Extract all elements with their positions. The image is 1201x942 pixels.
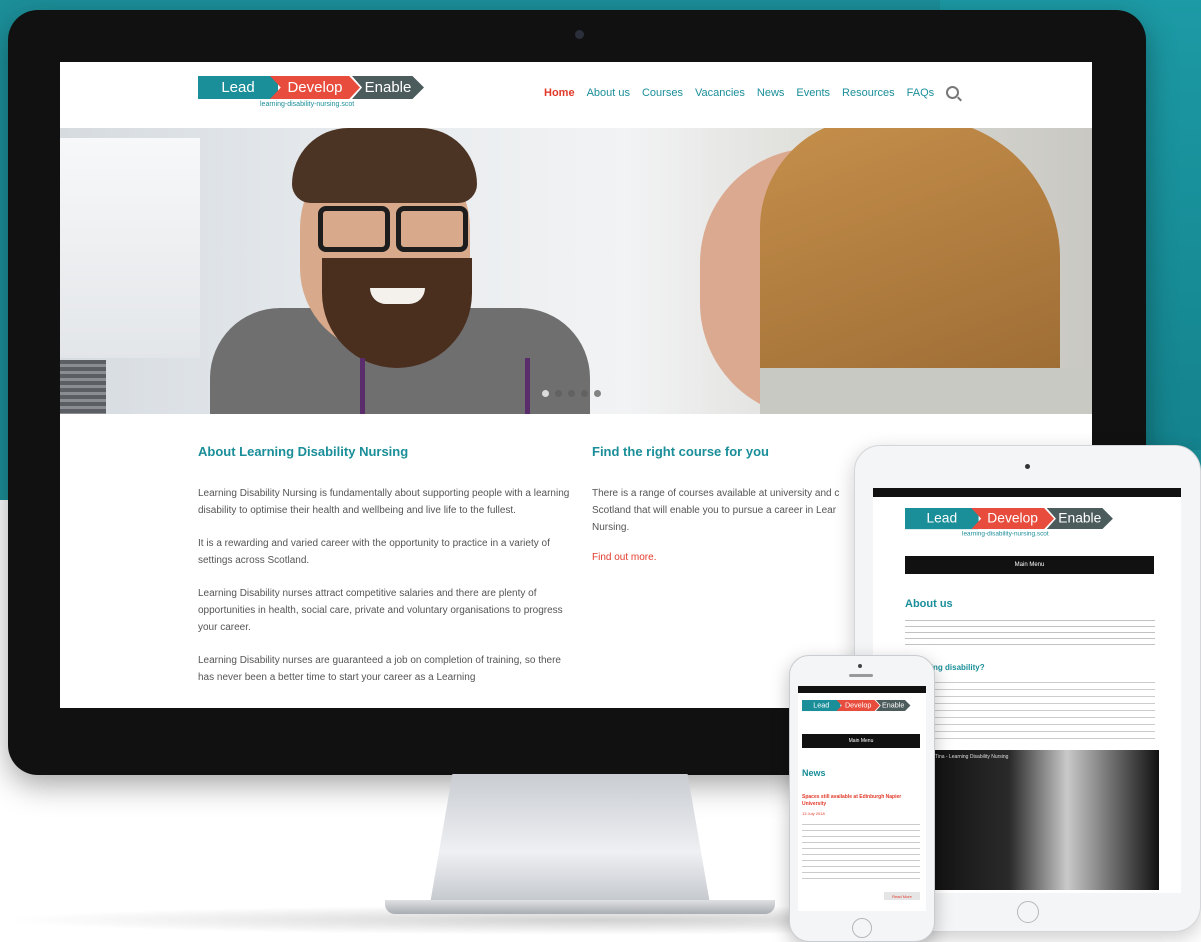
hero-window (60, 138, 200, 358)
site-header: Lead Develop Enable learning-disability-… (60, 62, 1092, 128)
hero-woman-body (760, 368, 1090, 414)
search-icon[interactable] (946, 86, 960, 99)
about-paragraph-1: Learning Disability Nursing is fundament… (198, 488, 570, 516)
slider-dots (542, 390, 601, 397)
tablet-logo-url: learning-disability-nursing.scot (962, 531, 1049, 538)
main-nav: Home About us Courses Vacancies News Eve… (544, 86, 960, 100)
hero-man-smile (370, 288, 425, 304)
phone-screen: Lead Develop Enable Main Menu News Space… (798, 686, 926, 911)
nav-about-us[interactable]: About us (587, 87, 630, 100)
tablet-main-menu-button[interactable]: Main Menu (905, 556, 1154, 574)
tablet-camera (1025, 464, 1030, 469)
tablet-video-title: Tina - Learning Disability Nursing (935, 754, 1009, 760)
tablet-logo[interactable]: Lead Develop Enable learning-disability-… (905, 508, 1113, 537)
monitor-camera (575, 30, 584, 39)
tablet-status-bar (873, 488, 1181, 497)
slider-dot-2[interactable] (555, 390, 562, 397)
phone-speaker (849, 674, 873, 677)
phone-news-text (802, 824, 920, 884)
slider-dot-5[interactable] (594, 390, 601, 397)
phone-news-link[interactable]: Spaces still available at Edinburgh Napi… (802, 794, 912, 808)
phone-main-menu-button[interactable]: Main Menu (802, 734, 920, 748)
about-paragraph-2: It is a rewarding and varied career with… (198, 538, 550, 566)
hero-glasses (318, 206, 478, 252)
tablet-home-button[interactable] (1017, 901, 1039, 923)
about-section: About Learning Disability Nursing Learni… (198, 444, 570, 702)
phone-logo[interactable]: Lead Develop Enable (802, 700, 911, 712)
tablet-logo-develop: Develop (971, 508, 1055, 530)
phone-logo-enable: Enable (875, 700, 911, 712)
site-logo[interactable]: Lead Develop Enable learning-disability-… (198, 76, 424, 108)
tablet-video[interactable] (929, 750, 1159, 890)
phone-logo-develop: Develop (836, 700, 880, 712)
about-paragraph-3: Learning Disability nurses attract compe… (198, 588, 563, 633)
logo-enable: Enable (352, 76, 424, 99)
hero-lanyard (360, 358, 530, 414)
nav-courses[interactable]: Courses (642, 87, 683, 100)
tablet-heading: About us (905, 598, 953, 610)
nav-news[interactable]: News (757, 87, 785, 100)
phone-news-date: 13 July 2018 (802, 811, 825, 816)
phone-status-bar (798, 686, 926, 693)
tablet-text-block (905, 620, 1155, 650)
nav-home[interactable]: Home (544, 87, 575, 100)
slider-dot-1[interactable] (542, 390, 549, 397)
phone-logo-lead: Lead (802, 700, 841, 712)
nav-events[interactable]: Events (796, 87, 830, 100)
hero-blinds (60, 360, 106, 414)
nav-faqs[interactable]: FAQs (907, 87, 935, 100)
tablet-logo-lead: Lead (905, 508, 979, 530)
slider-dot-4[interactable] (581, 390, 588, 397)
find-out-more-link[interactable]: Find out more. (592, 552, 862, 563)
slider-dot-3[interactable] (568, 390, 575, 397)
monitor-stand (430, 774, 710, 904)
phone-read-more-button[interactable]: Read More (884, 892, 920, 900)
course-section: Find the right course for you There is a… (592, 444, 862, 563)
hero-slider (60, 128, 1092, 414)
course-text: There is a range of courses available at… (592, 488, 840, 533)
about-title: About Learning Disability Nursing (198, 444, 409, 459)
phone-home-button[interactable] (852, 918, 872, 938)
logo-lead: Lead (198, 76, 278, 99)
logo-url: learning-disability-nursing.scot (260, 101, 355, 108)
logo-develop: Develop (270, 76, 360, 99)
nav-vacancies[interactable]: Vacancies (695, 87, 745, 100)
tablet-logo-enable: Enable (1046, 508, 1113, 530)
tablet-text-block-2 (905, 682, 1155, 742)
about-paragraph-4: Learning Disability nurses are guarantee… (198, 655, 561, 683)
phone-device: Lead Develop Enable Main Menu News Space… (789, 655, 935, 942)
nav-resources[interactable]: Resources (842, 87, 895, 100)
monitor-base (385, 900, 775, 914)
phone-camera (858, 664, 862, 668)
phone-news-title: News (802, 768, 826, 778)
course-title: Find the right course for you (592, 444, 769, 459)
hero-man-hair (292, 128, 477, 203)
